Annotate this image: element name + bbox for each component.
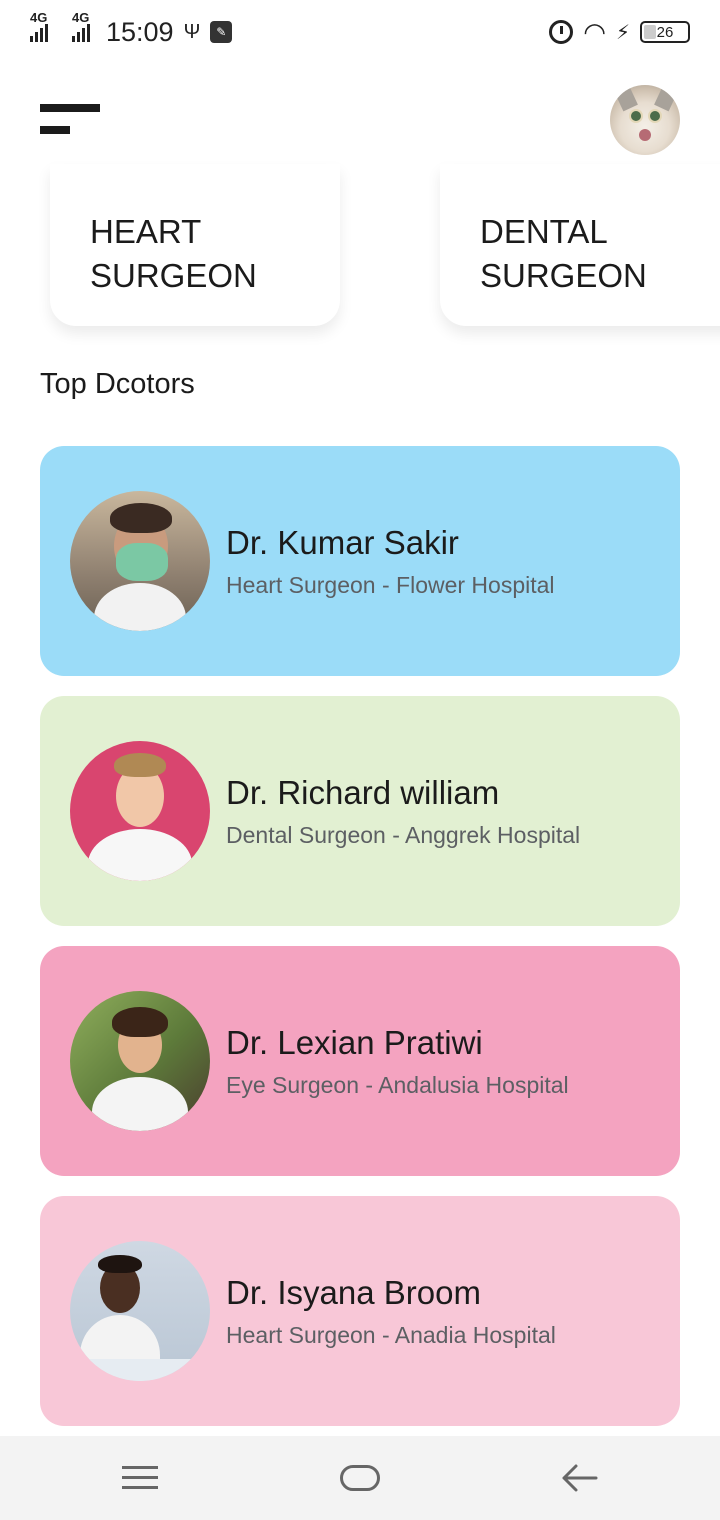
battery-level: 26 (656, 23, 674, 41)
doctor-name: Dr. Kumar Sakir (226, 524, 459, 561)
category-label-line2: SURGEON (480, 257, 647, 294)
usb-debug-icon: ✎ (210, 21, 233, 43)
doctor-specialty-hospital: Eye Surgeon - Andalusia Hospital (226, 1072, 569, 1098)
doctor-name: Dr. Lexian Pratiwi (226, 1024, 483, 1061)
signal-icon-2: 4G (72, 10, 90, 42)
section-title: Top Dcotors (40, 368, 195, 400)
status-bar: 4G 4G 15:09 Ψ ✎ ◠ ⚡ 26 (0, 0, 720, 64)
wifi-icon: ◠ (583, 16, 606, 47)
status-right: ◠ ⚡ 26 (549, 17, 690, 48)
category-label-line2: SURGEON (90, 257, 257, 294)
doctor-card[interactable]: Dr. Lexian Pratiwi Eye Surgeon - Andalus… (40, 946, 680, 1176)
alarm-icon (549, 20, 574, 44)
menu-icon[interactable] (40, 104, 100, 136)
doctor-specialty-hospital: Heart Surgeon - Flower Hospital (226, 572, 555, 598)
doctor-name: Dr. Richard william (226, 774, 500, 811)
charging-icon: ⚡ (615, 21, 630, 44)
doctor-specialty-hospital: Dental Surgeon - Anggrek Hospital (226, 822, 581, 848)
battery-icon: 26 (640, 21, 690, 43)
signal-icon: 4G (30, 10, 48, 42)
doctor-specialty-hospital: Heart Surgeon - Anadia Hospital (226, 1322, 556, 1348)
status-left: 4G 4G 15:09 Ψ ✎ (30, 10, 233, 48)
doctor-card[interactable]: Dr. Kumar Sakir Heart Surgeon - Flower H… (40, 446, 680, 676)
category-card-dental-surgeon[interactable]: DENTAL SURGEON (440, 164, 720, 326)
clock: 15:09 (106, 16, 174, 47)
doctor-photo (70, 991, 210, 1131)
doctor-photo (70, 491, 210, 631)
system-nav-bar (0, 1436, 720, 1520)
category-label-line1: HEART (90, 213, 202, 250)
avatar[interactable] (610, 85, 680, 155)
network-type-label: 4G (30, 10, 48, 25)
doctor-card[interactable]: Dr. Richard william Dental Surgeon - Ang… (40, 696, 680, 926)
doctor-photo (70, 1241, 210, 1381)
doctor-photo (70, 741, 210, 881)
category-label-line1: DENTAL (480, 213, 608, 250)
menu-lines-icon[interactable] (110, 1456, 170, 1500)
doctor-name: Dr. Isyana Broom (226, 1274, 481, 1311)
doctor-card[interactable]: Dr. Isyana Broom Heart Surgeon - Anadia … (40, 1196, 680, 1426)
home-pill-icon[interactable] (330, 1456, 390, 1500)
usb-icon: Ψ (183, 20, 201, 43)
network-type-label-2: 4G (72, 10, 90, 25)
back-arrow-icon[interactable] (550, 1456, 610, 1500)
category-card-heart-surgeon[interactable]: HEART SURGEON (50, 164, 340, 326)
